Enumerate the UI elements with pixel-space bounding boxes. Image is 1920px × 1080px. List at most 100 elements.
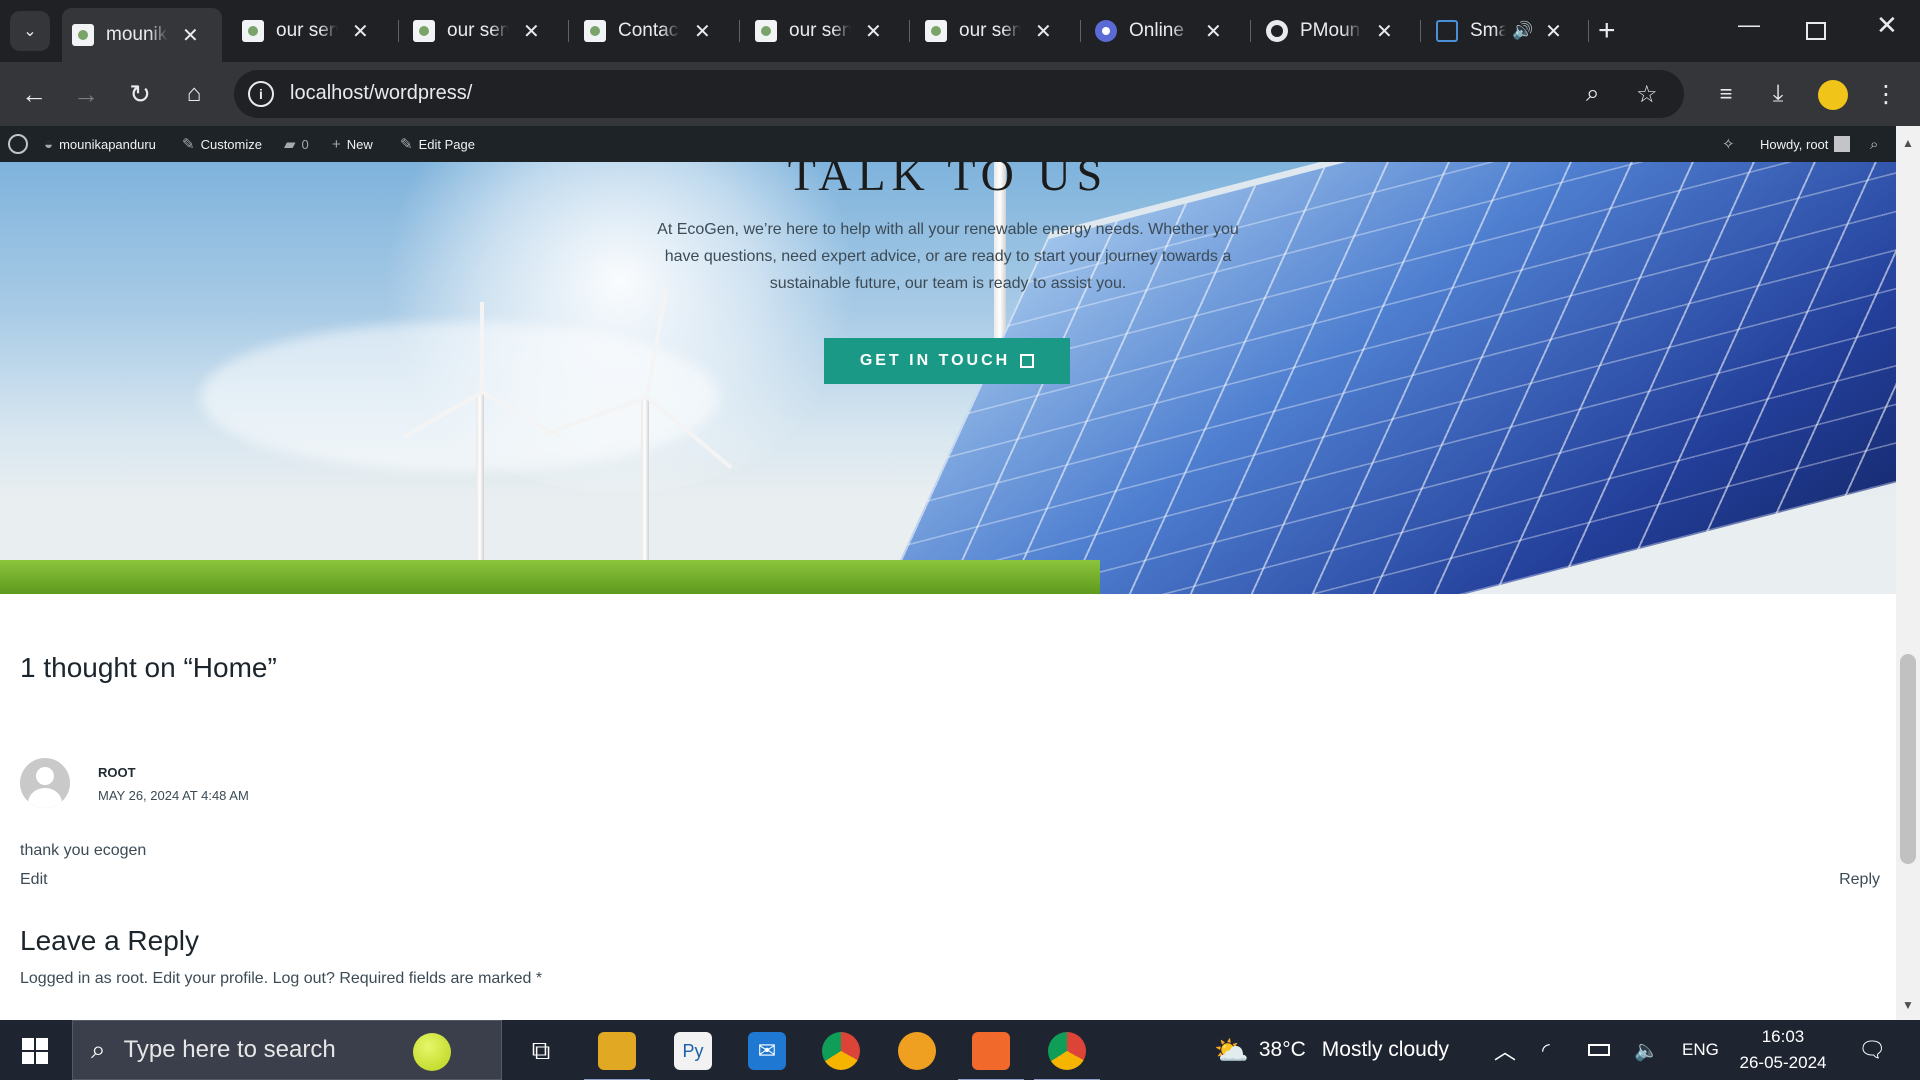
close-icon[interactable]: ✕ bbox=[1376, 19, 1393, 44]
download-icon[interactable]: ⤓ bbox=[1762, 78, 1794, 110]
hero-description: At EcoGen, we’re here to help with all y… bbox=[657, 221, 1239, 292]
tab-our-services-4[interactable]: our services ✕ bbox=[915, 8, 1075, 54]
home-button[interactable]: ⌂ bbox=[178, 78, 210, 110]
tab-mounikapanduru[interactable]: mounikapanduru ✕ bbox=[62, 8, 222, 62]
zoom-icon[interactable]: ⌕ bbox=[1586, 80, 1599, 108]
battery-icon[interactable] bbox=[1588, 1020, 1610, 1080]
reload-button[interactable]: ↻ bbox=[124, 78, 156, 110]
windows-start-icon[interactable] bbox=[22, 1038, 48, 1064]
back-button[interactable]: ← bbox=[18, 78, 50, 110]
forward-button[interactable]: → bbox=[70, 78, 102, 110]
chrome-icon[interactable] bbox=[822, 1032, 860, 1070]
close-icon[interactable]: ✕ bbox=[523, 19, 540, 44]
wifi-icon[interactable]: ◜ bbox=[1542, 1020, 1550, 1080]
adminbar-edit-page-label: Edit Page bbox=[418, 136, 475, 152]
restore-button[interactable] bbox=[1806, 22, 1826, 40]
media-queue-icon[interactable]: ≡ bbox=[1710, 78, 1742, 110]
menu-kebab-icon[interactable]: ⋮ bbox=[1870, 78, 1902, 110]
adminbar-customize-label: Customize bbox=[200, 136, 262, 152]
sparkle-icon[interactable]: ✧ bbox=[1722, 126, 1735, 162]
scroll-down-arrow-icon[interactable]: ▼ bbox=[1902, 998, 1914, 1012]
close-icon[interactable]: ✕ bbox=[1545, 19, 1562, 44]
web-page: TALK TO US At EcoGen, we’re here to help… bbox=[0, 162, 1896, 1020]
task-view-icon[interactable]: ⧉ bbox=[522, 1032, 560, 1070]
site-favicon-icon bbox=[413, 20, 435, 42]
medal-app-icon[interactable] bbox=[898, 1032, 936, 1070]
tab-our-services-2[interactable]: our services ✕ bbox=[403, 8, 563, 54]
comment-reply-link[interactable]: Reply bbox=[1839, 871, 1880, 889]
chevron-up-icon[interactable]: ︿ bbox=[1494, 1020, 1516, 1080]
site-favicon-icon bbox=[925, 20, 947, 42]
tab-title: our services bbox=[959, 20, 1021, 41]
adminbar-customize-link[interactable]: ✎ Customize bbox=[182, 126, 262, 162]
wordpress-logo-icon[interactable] bbox=[8, 126, 28, 162]
chrome-profile-icon[interactable] bbox=[1034, 1032, 1100, 1080]
clock[interactable]: 16:03 26-05-2024 bbox=[1736, 1020, 1830, 1080]
logged-in-note: Logged in as root. Edit your profile. Lo… bbox=[20, 970, 543, 987]
tab-contact[interactable]: Contact ✕ bbox=[574, 8, 734, 54]
weather-widget[interactable]: ⛅ 38°C Mostly cloudy bbox=[1214, 1020, 1449, 1080]
adminbar-new-link[interactable]: + New bbox=[332, 126, 373, 162]
scroll-up-arrow-icon[interactable]: ▲ bbox=[1902, 136, 1914, 150]
profile-avatar[interactable] bbox=[1818, 80, 1848, 110]
scrollbar-thumb[interactable] bbox=[1900, 654, 1916, 864]
site-favicon-icon bbox=[72, 24, 94, 46]
contact-hero: TALK TO US At EcoGen, we’re here to help… bbox=[0, 162, 1896, 594]
site-info-icon[interactable]: i bbox=[248, 81, 274, 107]
tab-pmounika[interactable]: PMounika ✕ bbox=[1256, 8, 1416, 54]
adminbar-account-link[interactable]: Howdy, root bbox=[1760, 126, 1851, 162]
minimize-button[interactable]: — bbox=[1738, 12, 1760, 38]
adminbar-comments-count: 0 bbox=[301, 136, 309, 152]
volume-icon[interactable]: 🔈 bbox=[1634, 1020, 1659, 1080]
browser-toolbar: ← → ↻ ⌂ i localhost/wordpress/ ⌕ ☆ ≡ ⤓ ⋮ bbox=[0, 62, 1920, 126]
xampp-icon[interactable] bbox=[958, 1032, 1024, 1080]
address-bar[interactable]: i localhost/wordpress/ ⌕ ☆ bbox=[234, 70, 1684, 118]
tab-smart[interactable]: Smart 🔊 ✕ bbox=[1426, 8, 1586, 54]
language-indicator[interactable]: ENG bbox=[1682, 1020, 1719, 1080]
tab-title: mounikapanduru bbox=[106, 24, 168, 45]
comment-date[interactable]: MAY 26, 2024 AT 4:48 AM bbox=[98, 788, 249, 803]
comment-author[interactable]: ROOT bbox=[98, 765, 136, 780]
notification-icon[interactable]: 🗨 bbox=[1858, 1020, 1886, 1080]
tab-separator bbox=[739, 20, 740, 42]
taskbar-search-box[interactable]: ⌕ Type here to search bbox=[72, 1020, 502, 1080]
tab-separator bbox=[568, 20, 569, 42]
sync-icon bbox=[1095, 20, 1117, 42]
tab-online-c[interactable]: Online C ✕ bbox=[1085, 8, 1245, 54]
comment-edit-link[interactable]: Edit bbox=[20, 871, 48, 889]
page-scrollbar[interactable]: ▲ ▼ bbox=[1896, 126, 1920, 1020]
site-favicon-icon bbox=[755, 20, 777, 42]
adminbar-edit-page-link[interactable]: ✎ Edit Page bbox=[400, 126, 475, 162]
get-in-touch-button[interactable]: GET IN TOUCH bbox=[824, 338, 1070, 384]
tab-search-button[interactable]: ⌄ bbox=[10, 11, 50, 51]
close-icon[interactable]: ✕ bbox=[352, 19, 369, 44]
search-icon[interactable]: ⌕ bbox=[1870, 126, 1878, 162]
bookmark-star-icon[interactable]: ☆ bbox=[1636, 80, 1658, 109]
close-window-button[interactable]: ✕ bbox=[1876, 10, 1898, 41]
github-icon bbox=[1266, 20, 1288, 42]
adminbar-comments-link[interactable]: ▰ 0 bbox=[284, 126, 309, 162]
tab-our-services-1[interactable]: our services ✕ bbox=[232, 8, 392, 54]
tab-our-services-3[interactable]: our services ✕ bbox=[745, 8, 905, 54]
weather-text: Mostly cloudy bbox=[1321, 1038, 1450, 1061]
file-explorer-icon[interactable] bbox=[584, 1032, 650, 1080]
close-icon[interactable]: ✕ bbox=[1205, 19, 1222, 44]
close-icon[interactable]: ✕ bbox=[865, 19, 882, 44]
python-icon[interactable]: Py bbox=[674, 1032, 712, 1070]
adminbar-howdy-label: Howdy, root bbox=[1760, 136, 1829, 152]
close-icon[interactable]: ✕ bbox=[1035, 19, 1052, 44]
mail-icon[interactable]: ✉ bbox=[748, 1032, 786, 1070]
new-tab-button[interactable]: + bbox=[1598, 14, 1616, 48]
site-favicon-icon bbox=[242, 20, 264, 42]
adminbar-new-label: New bbox=[346, 136, 373, 152]
pencil-icon: ✎ bbox=[400, 136, 413, 153]
external-link-icon bbox=[1020, 354, 1035, 368]
close-icon[interactable]: ✕ bbox=[694, 19, 711, 44]
close-icon[interactable]: ✕ bbox=[182, 23, 199, 48]
user-avatar-icon bbox=[1834, 136, 1851, 152]
adminbar-site-link[interactable]: ◒ mounikapanduru bbox=[44, 126, 156, 162]
url-text[interactable]: localhost/wordpress/ bbox=[290, 82, 472, 105]
speaker-icon[interactable]: 🔊 bbox=[1512, 21, 1533, 41]
brush-icon: ✎ bbox=[182, 136, 195, 153]
avatar bbox=[20, 758, 70, 808]
